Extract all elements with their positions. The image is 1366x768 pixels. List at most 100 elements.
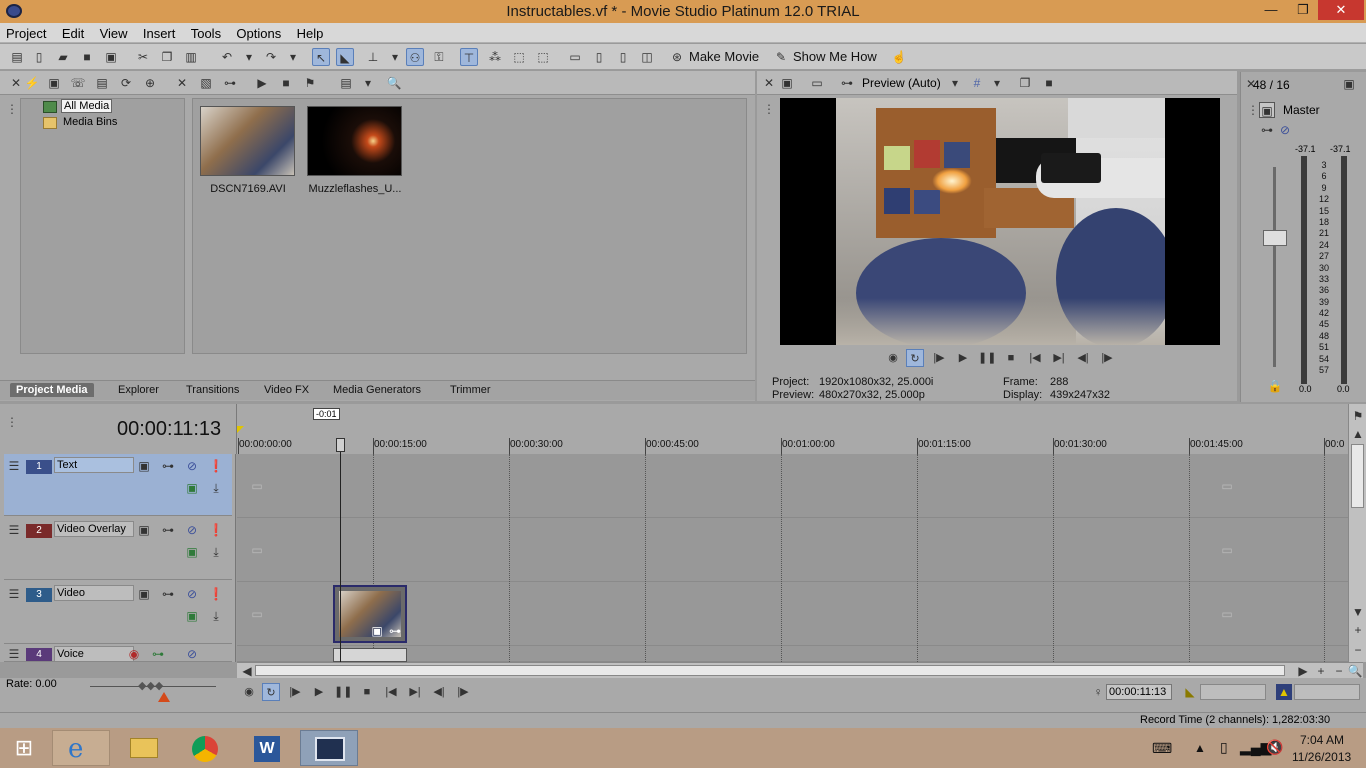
previous-frame-icon[interactable]: ◀| (430, 683, 448, 701)
cursor-time-field[interactable]: 00:00:11:13 (1106, 684, 1172, 700)
scroll-right-icon[interactable]: ▶ (1295, 663, 1311, 679)
properties-icon[interactable]: ▧ (198, 75, 214, 91)
copy-icon[interactable]: ❐ (158, 48, 176, 66)
ignore-grouping-icon[interactable]: ⁂ (486, 48, 504, 66)
views-dropdown-icon[interactable]: ▾ (360, 75, 376, 91)
media-fx-icon[interactable]: ▤ (94, 75, 110, 91)
go-to-end-icon[interactable]: ▶| (406, 683, 424, 701)
import-icon[interactable]: ⚡ (24, 75, 40, 91)
scroll-thumb[interactable] (255, 665, 1285, 676)
audio-event-clip[interactable] (333, 648, 407, 662)
loop-region-marker[interactable] (237, 426, 244, 433)
timeline-vertical-scrollbar[interactable]: ⚑ ▲ ▼ + − (1348, 404, 1366, 662)
zoom-out-horizontal-icon[interactable]: − (1331, 663, 1347, 679)
timeline-horizontal-scrollbar[interactable]: ◀ ▶ + − 🔍 (237, 662, 1363, 678)
help-pointer-icon[interactable]: ☝ (890, 48, 908, 66)
track-fx-icon[interactable]: ⊶ (160, 458, 176, 474)
tree-item-all-media[interactable]: All Media (61, 99, 113, 113)
keyboard-icon[interactable]: ⌨ (1152, 740, 1172, 757)
track-name[interactable]: Text (54, 457, 134, 473)
close-button[interactable]: ✕ (1318, 0, 1364, 20)
windows-start-icon[interactable]: ⊞ (10, 736, 38, 760)
views-icon[interactable]: ▤ (338, 75, 354, 91)
parent-track-icon[interactable]: ⤓ (208, 544, 224, 560)
track-name[interactable]: Voice (54, 646, 134, 661)
media-fx-chain-icon[interactable]: ⊶ (222, 75, 238, 91)
undo-dropdown-icon[interactable]: ▾ (240, 48, 258, 66)
scroll-up-icon[interactable]: ▲ (1350, 426, 1366, 442)
save-icon[interactable]: ■ (78, 48, 96, 66)
overlays-grid-icon[interactable]: # (969, 75, 985, 91)
normal-edit-tool-icon[interactable]: ↖ (312, 48, 330, 66)
show-hidden-icons-icon[interactable]: ▲ (1194, 741, 1206, 755)
preview-quality-select[interactable]: Preview (Auto) (862, 76, 941, 90)
marker-toggle-icon[interactable]: ⚑ (1350, 408, 1366, 424)
scroll-thumb[interactable] (1351, 444, 1364, 508)
make-movie-button[interactable]: Make Movie (689, 49, 759, 64)
zoom-in-vertical-icon[interactable]: + (1350, 622, 1366, 638)
mute-icon[interactable]: ⊘ (184, 522, 200, 538)
show-me-how-icon[interactable]: ✎ (772, 48, 790, 66)
tab-media-generators[interactable]: Media Generators (327, 383, 427, 397)
loop-playback-icon[interactable]: ↻ (262, 683, 280, 701)
new-project-icon[interactable]: ▯ (30, 48, 48, 66)
compositing-mode-icon[interactable]: ▣ (184, 608, 200, 624)
zoom-tool-icon[interactable]: ⬚ (534, 48, 552, 66)
volume-muted-icon[interactable]: 🔇 (1266, 739, 1283, 756)
capture-icon[interactable]: ▣ (46, 75, 62, 91)
open-folder-icon[interactable]: ▰ (54, 48, 72, 66)
selection-length-field[interactable] (1294, 684, 1360, 700)
track-lane-video-overlay[interactable]: ▭ ▭ (237, 518, 1348, 582)
overlays-dropdown-icon[interactable]: ▾ (989, 75, 1005, 91)
movie-studio-icon[interactable] (300, 730, 358, 766)
zoom-tool-icon[interactable]: 🔍 (1347, 663, 1363, 679)
cut-icon[interactable]: ✂ (134, 48, 152, 66)
panel-grip-icon[interactable]: ⋮ (761, 101, 777, 117)
media-thumbnail[interactable] (200, 106, 295, 176)
track-header-text[interactable]: ☰ 1 Text ▣ ⊶ ⊘ ❗ ▣ ⤓ (4, 454, 232, 516)
tab-project-media[interactable]: Project Media (10, 383, 94, 397)
menu-edit[interactable]: Edit (56, 24, 90, 43)
master-fx-icon[interactable]: ▣ (1259, 102, 1275, 118)
split-tool-icon[interactable]: ⊤ (460, 48, 478, 66)
play-from-start-icon[interactable]: |▶ (286, 683, 304, 701)
solo-icon[interactable]: ❗ (208, 458, 224, 474)
split-icon[interactable]: ◫ (638, 48, 656, 66)
media-thumbnail[interactable] (307, 106, 402, 176)
zoom-out-vertical-icon[interactable]: − (1350, 642, 1366, 658)
timeline-cursor[interactable] (340, 440, 341, 662)
track-motion-icon[interactable]: ▣ (136, 586, 152, 602)
snapping-dropdown-icon[interactable]: ▾ (386, 48, 404, 66)
scroll-left-icon[interactable]: ◀ (239, 663, 255, 679)
go-to-end-icon[interactable]: ▶| (1050, 349, 1068, 367)
solo-icon[interactable]: ❗ (208, 522, 224, 538)
event-pan-crop-icon[interactable]: ⊶ (387, 623, 403, 639)
menu-project[interactable]: Project (0, 24, 52, 43)
preview-properties-icon[interactable]: ▣ (779, 75, 795, 91)
auto-preview-icon[interactable]: ⚑ (302, 75, 318, 91)
panel-menu-icon[interactable]: ✕ (8, 75, 24, 91)
pause-icon[interactable]: ❚❚ (978, 349, 996, 367)
render-icon[interactable]: ▣ (102, 48, 120, 66)
go-to-start-icon[interactable]: |◀ (1026, 349, 1044, 367)
menu-insert[interactable]: Insert (137, 24, 182, 43)
trim-start-icon[interactable]: ▯ (590, 48, 608, 66)
track-fx-icon[interactable]: ⊶ (160, 586, 176, 602)
mute-icon[interactable]: ⊘ (184, 458, 200, 474)
track-fx-icon[interactable]: ⊶ (150, 646, 166, 661)
lock-icon[interactable]: 🔒 (1267, 378, 1283, 394)
bus-fx-icon[interactable]: ⊶ (1259, 122, 1275, 138)
search-media-icon[interactable]: ⊕ (142, 75, 158, 91)
remove-icon[interactable]: ✕ (174, 75, 190, 91)
tab-trimmer[interactable]: Trimmer (444, 383, 497, 397)
mixer-properties-icon[interactable]: ▣ (1341, 76, 1357, 92)
track-name[interactable]: Video Overlay (54, 521, 134, 537)
redo-dropdown-icon[interactable]: ▾ (284, 48, 302, 66)
trim-end-icon[interactable]: ▯ (614, 48, 632, 66)
get-photos-icon[interactable]: ☏ (70, 75, 86, 91)
solo-icon[interactable]: ❗ (208, 586, 224, 602)
tab-transitions[interactable]: Transitions (180, 383, 245, 397)
compositing-mode-icon[interactable]: ▣ (184, 544, 200, 560)
track-header-video[interactable]: ☰ 3 Video ▣ ⊶ ⊘ ❗ ▣ ⤓ (4, 582, 232, 644)
play-icon[interactable]: ▶ (310, 683, 328, 701)
